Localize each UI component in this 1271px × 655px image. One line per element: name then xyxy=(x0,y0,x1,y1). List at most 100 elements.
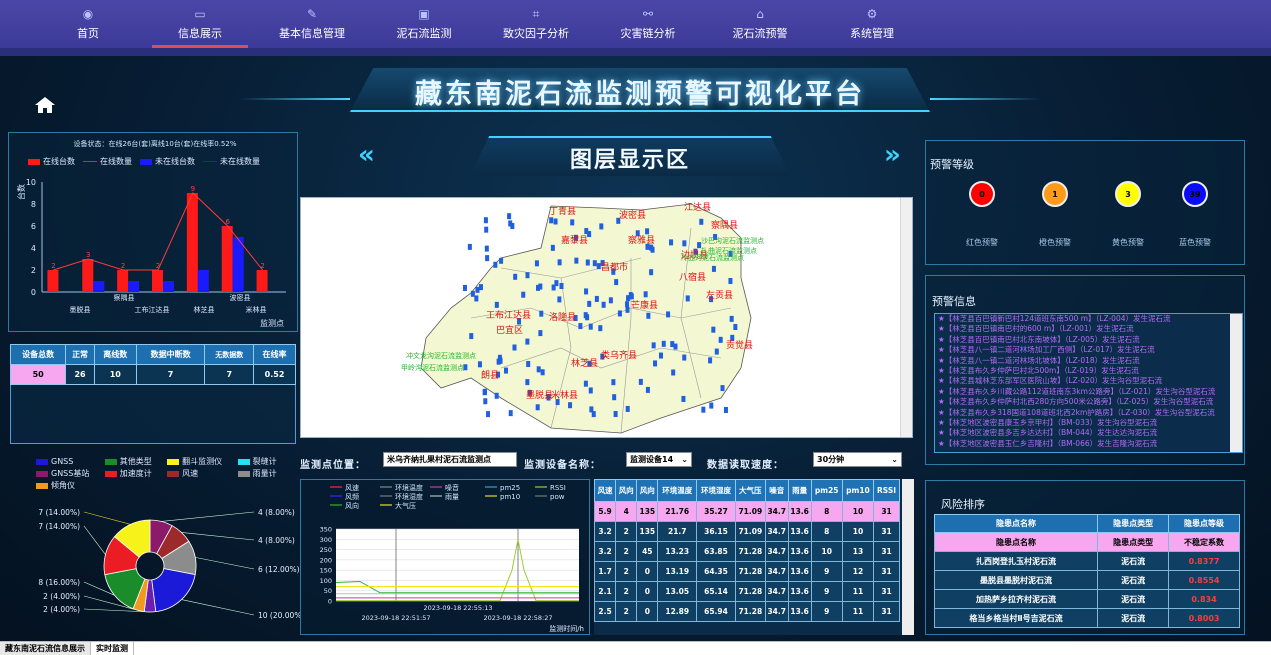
map-pin-icon[interactable] xyxy=(536,366,541,373)
table-row[interactable]: 5.9 4 135 21.76 35.27 71.09 34.7 13.6 8 10 31 xyxy=(594,501,900,522)
warning-list-scrollbar[interactable] xyxy=(1230,314,1242,452)
map-pin-icon[interactable] xyxy=(714,348,719,355)
map-pin-icon[interactable] xyxy=(638,378,643,385)
warning-item[interactable]: ★【林芝县八一镇二道河林场北坡体】（LZ-018）发生泥石流 xyxy=(935,356,1242,366)
nav-home[interactable]: ◉ 首页 xyxy=(32,0,144,48)
warning-item[interactable]: ★【林芝县百巴镇南巴村北东南坡体】（LZ-005）发生泥石流 xyxy=(935,335,1242,345)
map-pin-icon[interactable] xyxy=(535,404,540,411)
table-row[interactable]: 墨脱县墨脱村泥石流 泥石流 0.8554 xyxy=(933,570,1240,590)
map-pin-icon[interactable] xyxy=(462,284,467,291)
bar-online[interactable] xyxy=(256,270,268,292)
warning-item[interactable]: ★【林芝县八一镇二道河林场加工厂西侧】（LZ-017）发生泥石流 xyxy=(935,345,1242,355)
map-pin-icon[interactable] xyxy=(709,402,714,409)
map-pin-icon[interactable] xyxy=(508,220,513,227)
map-pin-icon[interactable] xyxy=(708,357,713,364)
map-pin-icon[interactable] xyxy=(730,334,735,341)
warning-item[interactable]: ★【林芝县布久乡仲萨村北西280方向500米公路旁】（LZ-025）发生沟谷型泥… xyxy=(935,397,1242,407)
warning-item[interactable]: ★【林芝地区波密县多吉乡达达村】（BM-044）发生达达沟泥石流 xyxy=(935,428,1242,438)
map-pin-icon[interactable] xyxy=(554,280,559,287)
map-pin-icon[interactable] xyxy=(588,387,593,394)
map-pin-icon[interactable] xyxy=(585,259,590,266)
bar-online[interactable] xyxy=(221,226,233,292)
warn-red-badge[interactable]: 0 xyxy=(969,181,995,207)
map-pin-icon[interactable] xyxy=(513,273,518,280)
map-pin-icon[interactable] xyxy=(584,228,589,235)
warning-item[interactable]: ★【林芝县布久乡318国道108道班北西2km护路房】（LZ-030）发生沟谷型… xyxy=(935,408,1242,418)
map-pin-icon[interactable] xyxy=(525,379,530,386)
nav-factor-analysis[interactable]: ⌗ 致灾因子分析 xyxy=(480,0,592,48)
nav-system[interactable]: ⚙ 系统管理 xyxy=(816,0,928,48)
tab-info-display[interactable]: 藏东南泥石流信息展示 xyxy=(0,642,91,655)
map-pin-icon[interactable] xyxy=(718,336,723,343)
bar-online[interactable] xyxy=(47,270,59,292)
map-pin-icon[interactable] xyxy=(493,261,498,268)
nav-info-display[interactable]: ▭ 信息展示 xyxy=(144,0,256,48)
bar-online[interactable] xyxy=(152,270,163,292)
nav-debris-warning[interactable]: ⌂ 泥石流预警 xyxy=(704,0,816,48)
warning-item[interactable]: ★【林芝地区波密县玉仁乡吉隆村】（BM-066）发生吉隆沟泥石流 xyxy=(935,439,1242,449)
map-pin-icon[interactable] xyxy=(645,228,650,235)
map-pin-icon[interactable] xyxy=(625,405,630,412)
map-pin-icon[interactable] xyxy=(649,269,654,276)
map-pin-icon[interactable] xyxy=(508,410,513,417)
map-pin-icon[interactable] xyxy=(720,385,725,392)
map-pin-icon[interactable] xyxy=(570,219,575,226)
bar-online[interactable] xyxy=(186,193,198,292)
map-pin-icon[interactable] xyxy=(486,411,491,418)
map-pin-icon[interactable] xyxy=(549,217,554,224)
table-row[interactable]: 2.5 2 0 12.89 65.94 71.28 34.7 13.6 9 11 31 xyxy=(594,601,900,622)
warn-yellow-badge[interactable]: 3 xyxy=(1115,181,1141,207)
map-pin-icon[interactable] xyxy=(723,406,728,413)
bar-offline[interactable] xyxy=(232,237,244,292)
map-pin-icon[interactable] xyxy=(682,240,687,247)
map-pin-icon[interactable] xyxy=(534,260,539,267)
map-pin-icon[interactable] xyxy=(559,283,564,290)
map-pin-icon[interactable] xyxy=(482,389,487,396)
map-pin-icon[interactable] xyxy=(497,354,502,361)
map-pin-icon[interactable] xyxy=(557,296,562,303)
map-pin-icon[interactable] xyxy=(583,380,588,387)
nav-chain-analysis[interactable]: ⚯ 灾害链分析 xyxy=(592,0,704,48)
map-pin-icon[interactable] xyxy=(599,223,604,230)
map-pin-icon[interactable] xyxy=(483,398,488,405)
map-pin-icon[interactable] xyxy=(598,325,603,332)
map-pin-icon[interactable] xyxy=(587,300,592,307)
map-pin-icon[interactable] xyxy=(733,323,738,330)
nav-debris-monitor[interactable]: ▣ 泥石流监测 xyxy=(368,0,480,48)
map-pin-icon[interactable] xyxy=(507,213,512,220)
map-pin-icon[interactable] xyxy=(653,360,658,367)
map-pin-icon[interactable] xyxy=(650,246,655,253)
table-row[interactable]: 1.7 2 0 13.19 64.35 71.28 34.7 13.6 9 12 31 xyxy=(594,561,900,582)
map-pin-icon[interactable] xyxy=(617,310,622,317)
warning-item[interactable]: ★【林芝地区波密县康玉乡京甲村】（BM-033）发生沟谷型泥石流 xyxy=(935,418,1242,428)
map-pin-icon[interactable] xyxy=(485,255,490,262)
table-row[interactable]: 加热萨乡拉齐村泥石流 泥石流 0.834 xyxy=(933,589,1240,609)
warn-orange-badge[interactable]: 1 xyxy=(1042,181,1068,207)
map-pin-icon[interactable] xyxy=(550,244,555,251)
map-pin-icon[interactable] xyxy=(553,218,558,225)
map-pin-icon[interactable] xyxy=(484,245,489,252)
map-pin-icon[interactable] xyxy=(494,301,499,308)
bar-online[interactable] xyxy=(117,270,129,292)
tab-realtime[interactable]: 实时监测 xyxy=(91,642,134,655)
speed-select[interactable]: 30分钟 ⌄ xyxy=(813,452,902,467)
bar-offline[interactable] xyxy=(197,270,209,292)
map-pin-icon[interactable] xyxy=(499,257,504,264)
map-pin-icon[interactable] xyxy=(574,257,579,264)
map-pin-icon[interactable] xyxy=(512,344,517,351)
map-pin-icon[interactable] xyxy=(666,311,671,318)
map-pin-icon[interactable] xyxy=(540,369,545,376)
map-pin-icon[interactable] xyxy=(685,295,690,302)
home-icon[interactable] xyxy=(34,96,56,114)
map-pin-icon[interactable] xyxy=(699,218,704,225)
map-pin-icon[interactable] xyxy=(591,411,596,418)
map-pin-icon[interactable] xyxy=(669,239,674,246)
map-pin-icon[interactable] xyxy=(568,402,573,409)
map-pin-icon[interactable] xyxy=(521,291,526,298)
map-pin-icon[interactable] xyxy=(608,297,613,304)
map-pin-icon[interactable] xyxy=(701,406,706,413)
bar-offline[interactable] xyxy=(128,281,140,292)
map-pin-icon[interactable] xyxy=(525,272,530,279)
map-pin-icon[interactable] xyxy=(483,217,488,224)
map-pin-icon[interactable] xyxy=(681,395,686,402)
